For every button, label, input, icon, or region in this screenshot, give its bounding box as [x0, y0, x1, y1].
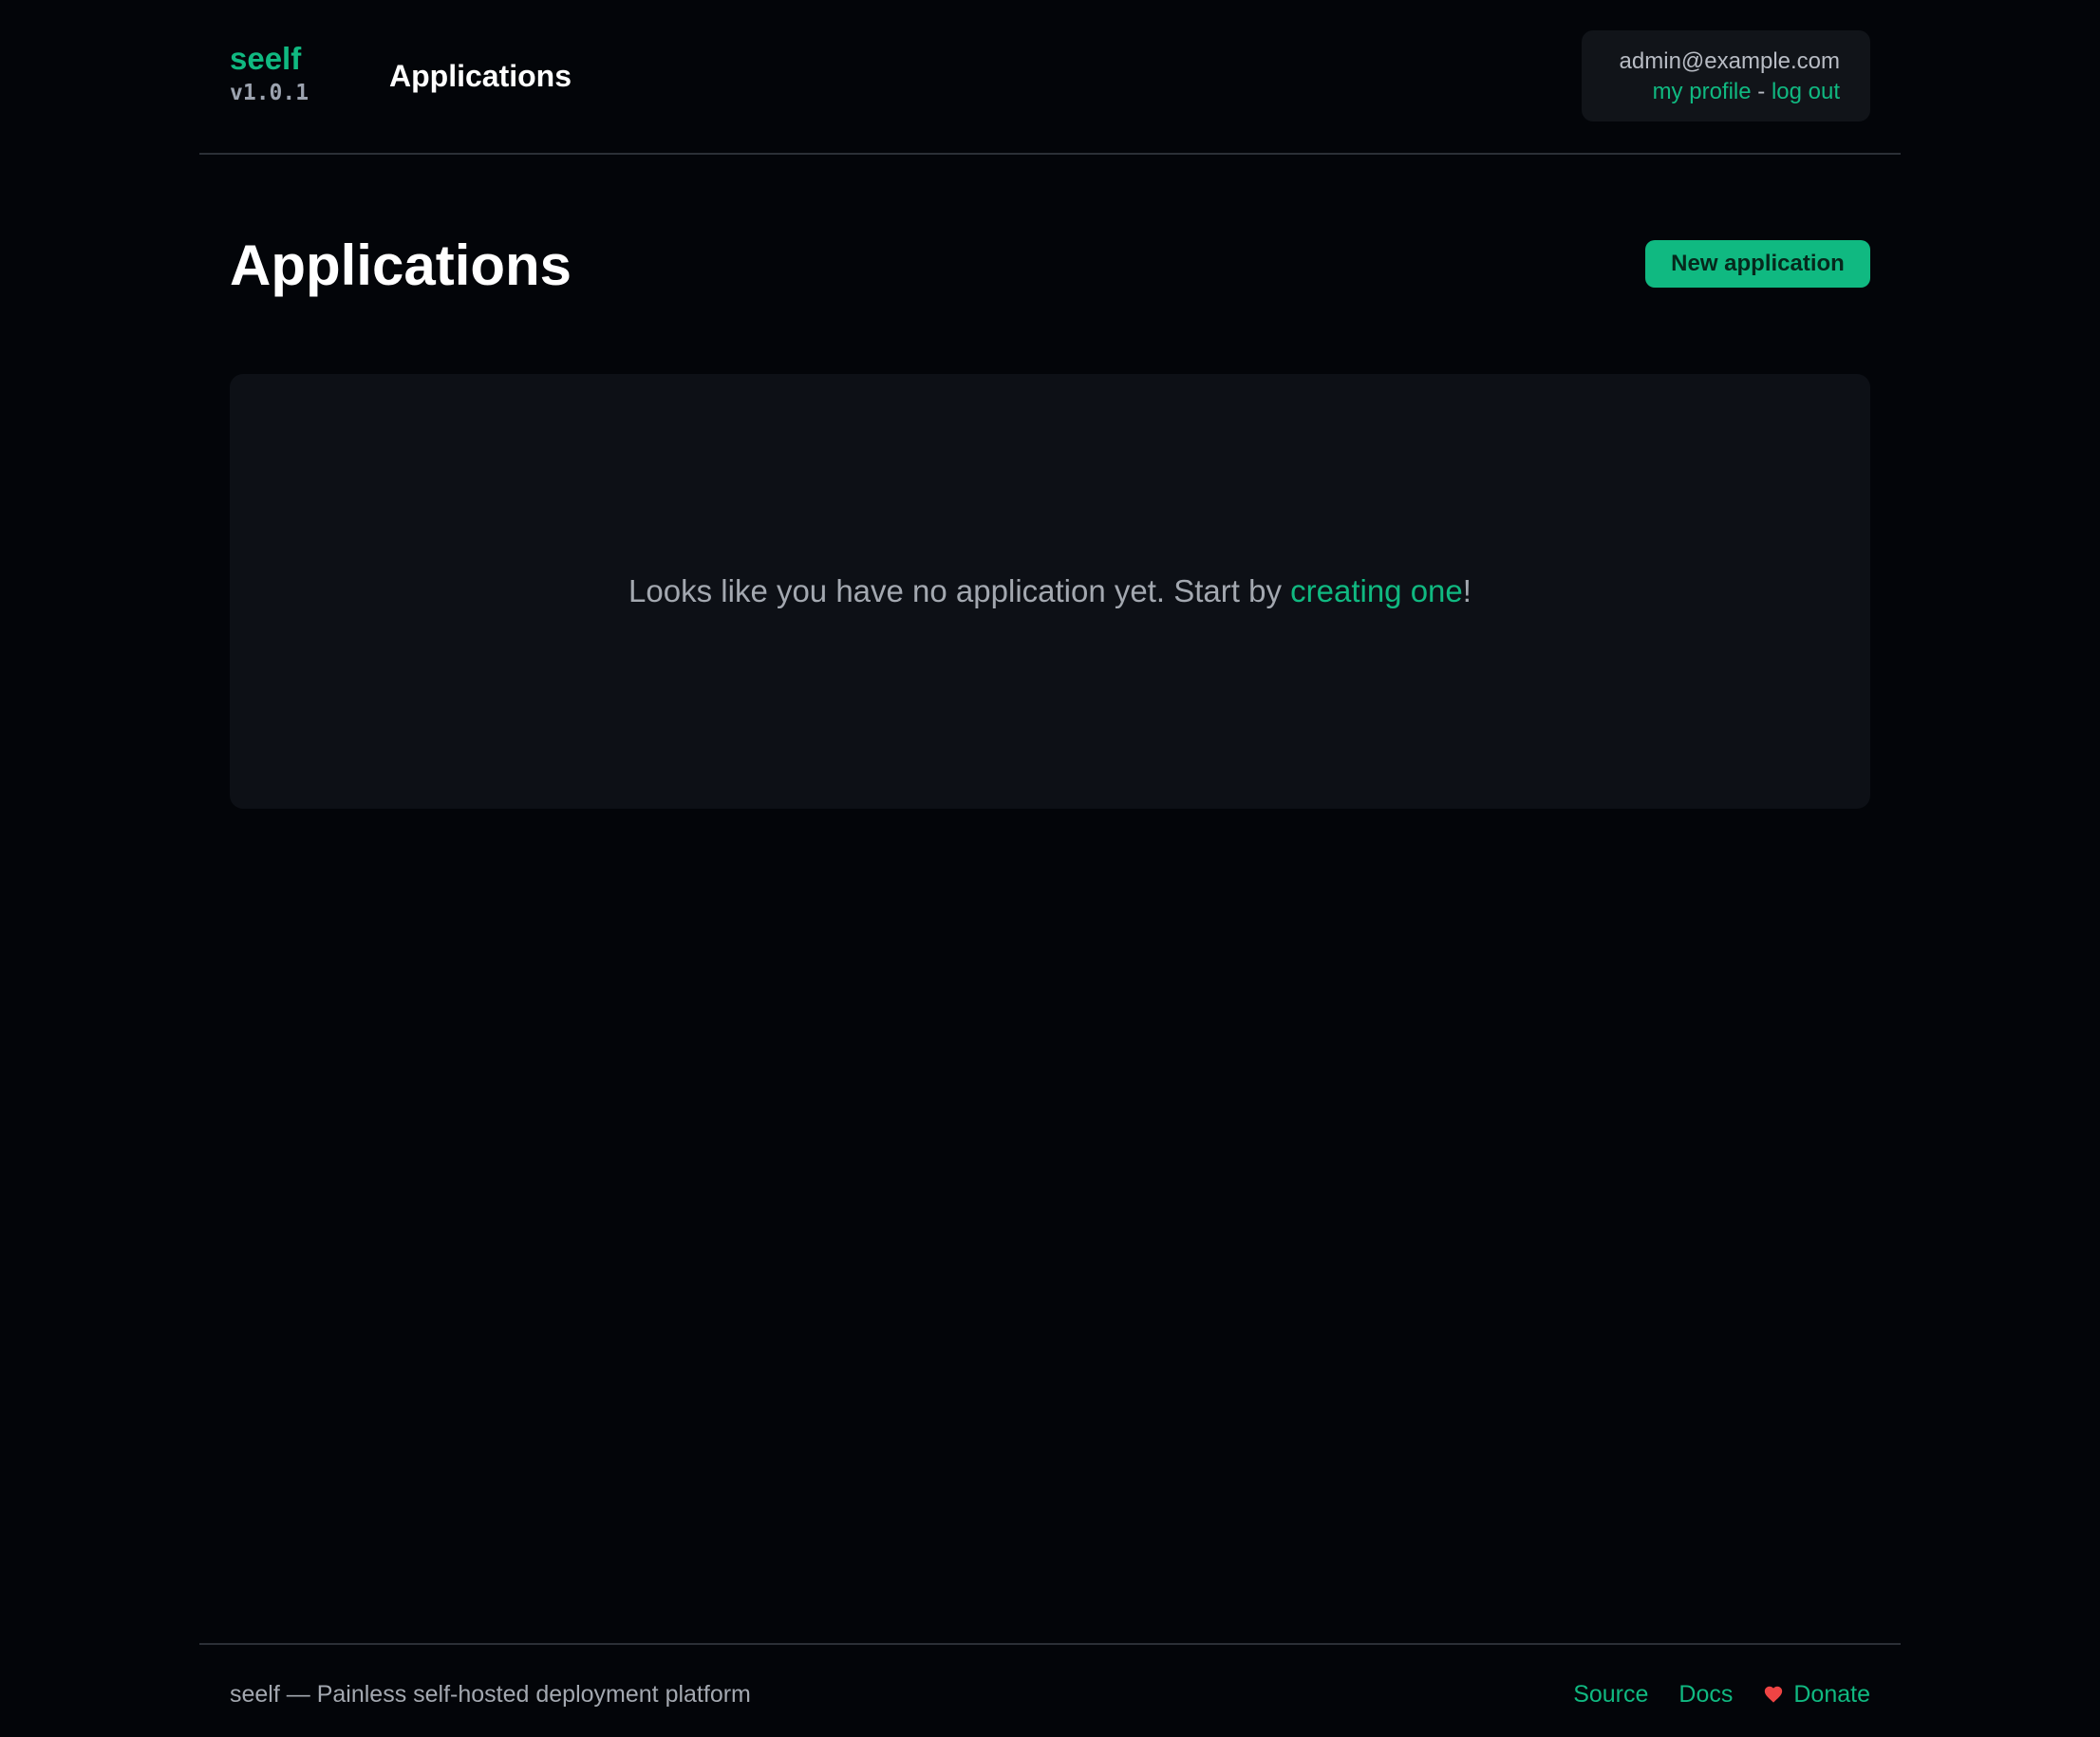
nav-applications-link[interactable]: Applications [389, 57, 572, 95]
app-version: v1.0.1 [230, 81, 309, 105]
empty-state-text-end: ! [1462, 573, 1472, 608]
brand-name: seelf [230, 41, 302, 76]
footer: seelf — Painless self-hosted deployment … [199, 1643, 1901, 1737]
user-links-separator: - [1757, 79, 1766, 104]
user-links: my profile - log out [1582, 77, 1840, 107]
header: seelf v1.0.1 Applications admin@example.… [199, 0, 1901, 155]
user-email: admin@example.com [1619, 48, 1840, 74]
new-application-button[interactable]: New application [1645, 240, 1870, 288]
empty-state-text: Looks like you have no application yet. … [628, 573, 1291, 608]
user-menu: admin@example.com my profile - log out [1582, 30, 1870, 121]
log-out-link[interactable]: log out [1772, 79, 1840, 104]
heart-icon [1765, 1686, 1783, 1703]
footer-links: Source Docs Donate [1573, 1679, 1870, 1709]
source-link[interactable]: Source [1573, 1679, 1648, 1709]
brand-logo-link[interactable]: seelf v1.0.1 [230, 42, 309, 106]
empty-state-message: Looks like you have no application yet. … [628, 572, 1472, 610]
donate-label: Donate [1793, 1681, 1870, 1708]
docs-link[interactable]: Docs [1678, 1679, 1733, 1709]
footer-tagline: seelf — Painless self-hosted deployment … [230, 1681, 751, 1708]
empty-state-card: Looks like you have no application yet. … [230, 374, 1870, 809]
donate-link[interactable]: Donate [1763, 1679, 1870, 1709]
page-title: Applications [230, 233, 572, 297]
page: seelf v1.0.1 Applications admin@example.… [0, 0, 2100, 1737]
create-application-link[interactable]: creating one [1290, 573, 1463, 608]
my-profile-link[interactable]: my profile [1653, 79, 1752, 104]
